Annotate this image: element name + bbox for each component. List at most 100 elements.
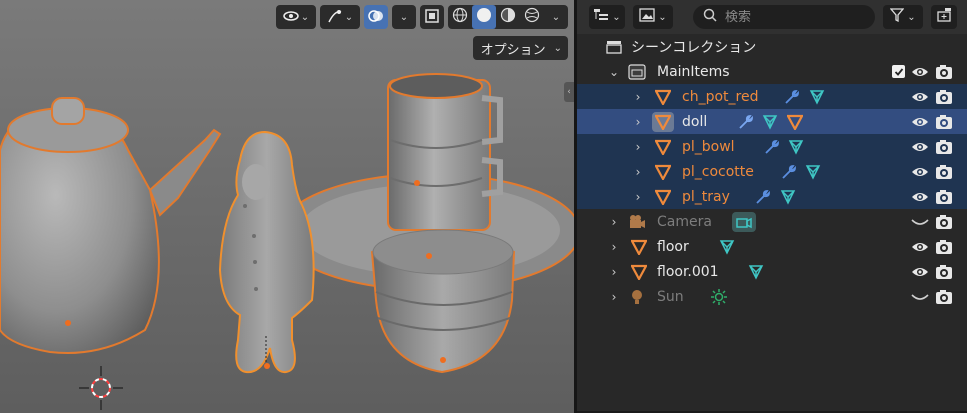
wireframe-shading-button[interactable] [448,5,472,29]
chevron-right-icon[interactable]: › [631,190,645,204]
camera-render-icon[interactable] [935,163,953,181]
wrench-icon[interactable] [783,88,801,106]
camera-render-icon[interactable] [935,238,953,256]
filter-dropdown[interactable]: ⌄ [883,5,923,29]
material-shading-button[interactable] [496,5,520,29]
eye-closed-icon[interactable] [911,288,929,306]
eye-icon[interactable] [911,263,929,281]
object-row-sun[interactable]: › Sun [577,284,967,309]
camera-render-icon[interactable] [935,113,953,131]
scene-render[interactable] [0,0,574,413]
object-row-floor[interactable]: › floor [577,234,967,259]
camera-render-icon[interactable] [935,63,953,81]
chevron-down-icon: ⌄ [399,11,409,23]
chevron-right-icon[interactable]: › [631,140,645,154]
chevron-right-icon[interactable]: › [607,240,621,254]
filter-icon [889,8,905,26]
outliner-panel: ⌄ ⌄ ⌄ シーンコレクション ⌄ [577,0,967,413]
image-icon [639,8,655,26]
eye-icon[interactable] [911,88,929,106]
wrench-icon[interactable] [763,138,781,156]
3d-viewport[interactable]: ⌄ ⌄ ⌄ ⌄ オプション ⌄ ‹ [0,0,574,413]
object-row-doll[interactable]: › doll [577,109,967,134]
search-field[interactable] [693,5,875,29]
mesh-object-icon[interactable] [786,113,804,131]
mesh-object-icon [654,88,672,106]
row-label: Camera [657,213,712,230]
camera-data-icon[interactable] [732,211,756,232]
overlays-dropdown[interactable]: ⌄ [392,5,416,29]
wrench-icon[interactable] [737,113,755,131]
shading-dropdown[interactable]: ⌄ [544,5,568,29]
mesh-data-icon[interactable] [718,238,736,256]
camera-render-icon[interactable] [935,213,953,231]
object-row-pl-cocotte[interactable]: › pl_cocotte [577,159,967,184]
transform-dropdown[interactable]: ⌄ [320,5,360,29]
filter-view-dropdown[interactable]: ⌄ [633,5,673,29]
camera-render-icon[interactable] [935,138,953,156]
eye-closed-icon[interactable] [911,213,929,231]
xray-icon [424,8,440,27]
row-label: pl_tray [682,188,730,205]
eye-icon[interactable] [911,138,929,156]
exclude-checkbox[interactable] [892,65,905,78]
row-label: floor.001 [657,263,719,280]
mesh-data-icon[interactable] [761,113,779,131]
rendered-shading-button[interactable] [520,5,544,29]
xray-toggle[interactable] [420,5,444,29]
chevron-down-icon[interactable]: ⌄ [607,65,621,79]
camera-render-icon[interactable] [935,88,953,106]
new-collection-button[interactable] [931,5,957,29]
chevron-right-icon[interactable]: › [631,115,645,129]
object-row-ch-pot-red[interactable]: › ch_pot_red [577,84,967,109]
chevron-right-icon[interactable]: › [631,165,645,179]
gizmo-dropdown[interactable]: ⌄ [276,5,316,29]
display-mode-dropdown[interactable]: ⌄ [589,5,625,29]
chevron-right-icon[interactable]: › [631,90,645,104]
solid-icon [476,7,492,27]
camera-render-icon[interactable] [935,263,953,281]
camera-render-icon[interactable] [935,288,953,306]
eye-icon[interactable] [911,188,929,206]
object-row-camera[interactable]: › Camera [577,209,967,234]
mesh-data-icon[interactable] [747,263,765,281]
sidebar-toggle[interactable]: ‹ [564,82,574,102]
options-dropdown[interactable]: オプション ⌄ [472,36,568,60]
mesh-data-icon[interactable] [787,138,805,156]
object-row-pl-bowl[interactable]: › pl_bowl [577,134,967,159]
chevron-right-icon[interactable]: › [607,290,621,304]
camera-object-icon [628,213,646,231]
rendered-icon [524,7,540,27]
transform-icon [327,8,343,27]
overlays-toggle[interactable] [364,5,388,29]
solid-shading-button[interactable] [472,5,496,29]
scene-collection-row[interactable]: シーンコレクション [577,34,967,59]
options-label: オプション [480,42,546,58]
wrench-icon[interactable] [754,188,772,206]
object-row-pl-tray[interactable]: › pl_tray [577,184,967,209]
chevron-right-icon[interactable]: › [607,265,621,279]
viewport-gizmo-icon [283,8,299,27]
collection-row-mainitems[interactable]: ⌄ MainItems [577,59,967,84]
shading-mode-group: ⌄ [448,5,568,29]
chevron-left-icon: ‹ [567,87,571,97]
mesh-data-icon[interactable] [808,88,826,106]
viewport-header: ⌄ ⌄ ⌄ ⌄ [276,4,568,30]
mesh-object-icon [654,138,672,156]
eye-icon[interactable] [911,63,929,81]
search-input[interactable] [725,9,865,25]
eye-icon[interactable] [911,238,929,256]
eye-icon[interactable] [911,113,929,131]
chevron-down-icon: ⌄ [553,42,562,54]
cocotte-object [387,73,503,231]
row-label: pl_bowl [682,138,735,155]
object-row-floor-001[interactable]: › floor.001 [577,259,967,284]
eye-icon[interactable] [911,163,929,181]
camera-render-icon[interactable] [935,188,953,206]
chevron-right-icon[interactable]: › [607,215,621,229]
mesh-data-icon[interactable] [804,163,822,181]
sun-data-icon[interactable] [710,288,728,306]
mesh-data-icon[interactable] [779,188,797,206]
wrench-icon[interactable] [780,163,798,181]
outliner-header: ⌄ ⌄ ⌄ [577,0,967,34]
